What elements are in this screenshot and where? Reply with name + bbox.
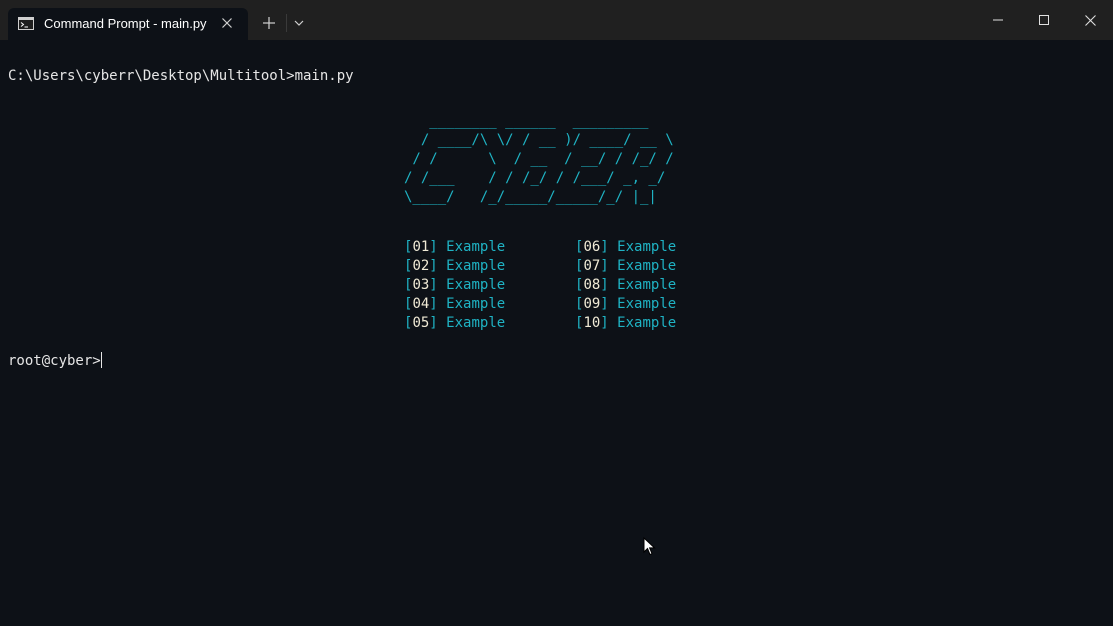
menu-item-label: Example: [617, 315, 677, 331]
menu-item-label: Example: [617, 296, 677, 312]
ascii-banner: ________ ______ _________ / ____/\ \/ / …: [404, 113, 674, 205]
menu-item-number: 07: [583, 258, 601, 274]
menu-item-label: Example: [446, 315, 506, 331]
menu-item: [02] Example: [404, 258, 506, 274]
title-bar[interactable]: Command Prompt - main.py: [0, 0, 1113, 40]
menu-item: [09] Example: [575, 296, 677, 312]
menu-item-number: 01: [412, 239, 430, 255]
tab-command-prompt[interactable]: Command Prompt - main.py: [8, 8, 248, 40]
close-icon[interactable]: [218, 14, 236, 32]
prompt: root@cyber>: [8, 353, 101, 369]
terminal-output[interactable]: C:\Users\cyberr\Desktop\Multitool>main.p…: [0, 40, 1113, 626]
tab-title: Command Prompt - main.py: [44, 16, 207, 31]
mouse-pointer-icon: [643, 536, 657, 557]
menu-item: [10] Example: [575, 315, 677, 331]
plus-icon[interactable]: [258, 12, 280, 34]
menu-item: [05] Example: [404, 315, 506, 331]
menu-item-label: Example: [446, 258, 506, 274]
menu-item-label: Example: [446, 277, 506, 293]
menu-item-label: Example: [617, 239, 677, 255]
menu-item-label: Example: [446, 296, 506, 312]
menu-item-label: Example: [617, 277, 677, 293]
input-prompt-line[interactable]: root@cyber>: [8, 352, 102, 371]
minimize-icon[interactable]: [975, 0, 1021, 40]
menu-item-number: 08: [583, 277, 601, 293]
tab-separator: [286, 14, 287, 32]
menu-item: [07] Example: [575, 258, 677, 274]
menu-item-number: 03: [412, 277, 430, 293]
menu-item-number: 06: [583, 239, 601, 255]
command-line: C:\Users\cyberr\Desktop\Multitool>main.p…: [8, 68, 354, 84]
menu-item-number: 10: [583, 315, 601, 331]
menu-item-label: Example: [446, 239, 506, 255]
menu-item: [01] Example: [404, 239, 506, 255]
menu-item-number: 02: [412, 258, 430, 274]
terminal-window: Command Prompt - main.py C:\Users\cyberr…: [0, 0, 1113, 626]
menu-item-number: 09: [583, 296, 601, 312]
close-window-icon[interactable]: [1067, 0, 1113, 40]
text-cursor: [100, 352, 102, 368]
menu-item-number: 04: [412, 296, 430, 312]
maximize-icon[interactable]: [1021, 0, 1067, 40]
chevron-down-icon[interactable]: [290, 14, 308, 32]
menu-item-label: Example: [617, 258, 677, 274]
menu-item: [08] Example: [575, 277, 677, 293]
command-prompt-icon: [18, 17, 34, 30]
menu-item: [06] Example: [575, 239, 677, 255]
menu-item-number: 05: [412, 315, 430, 331]
menu-item: [03] Example: [404, 277, 506, 293]
menu-item: [04] Example: [404, 296, 506, 312]
